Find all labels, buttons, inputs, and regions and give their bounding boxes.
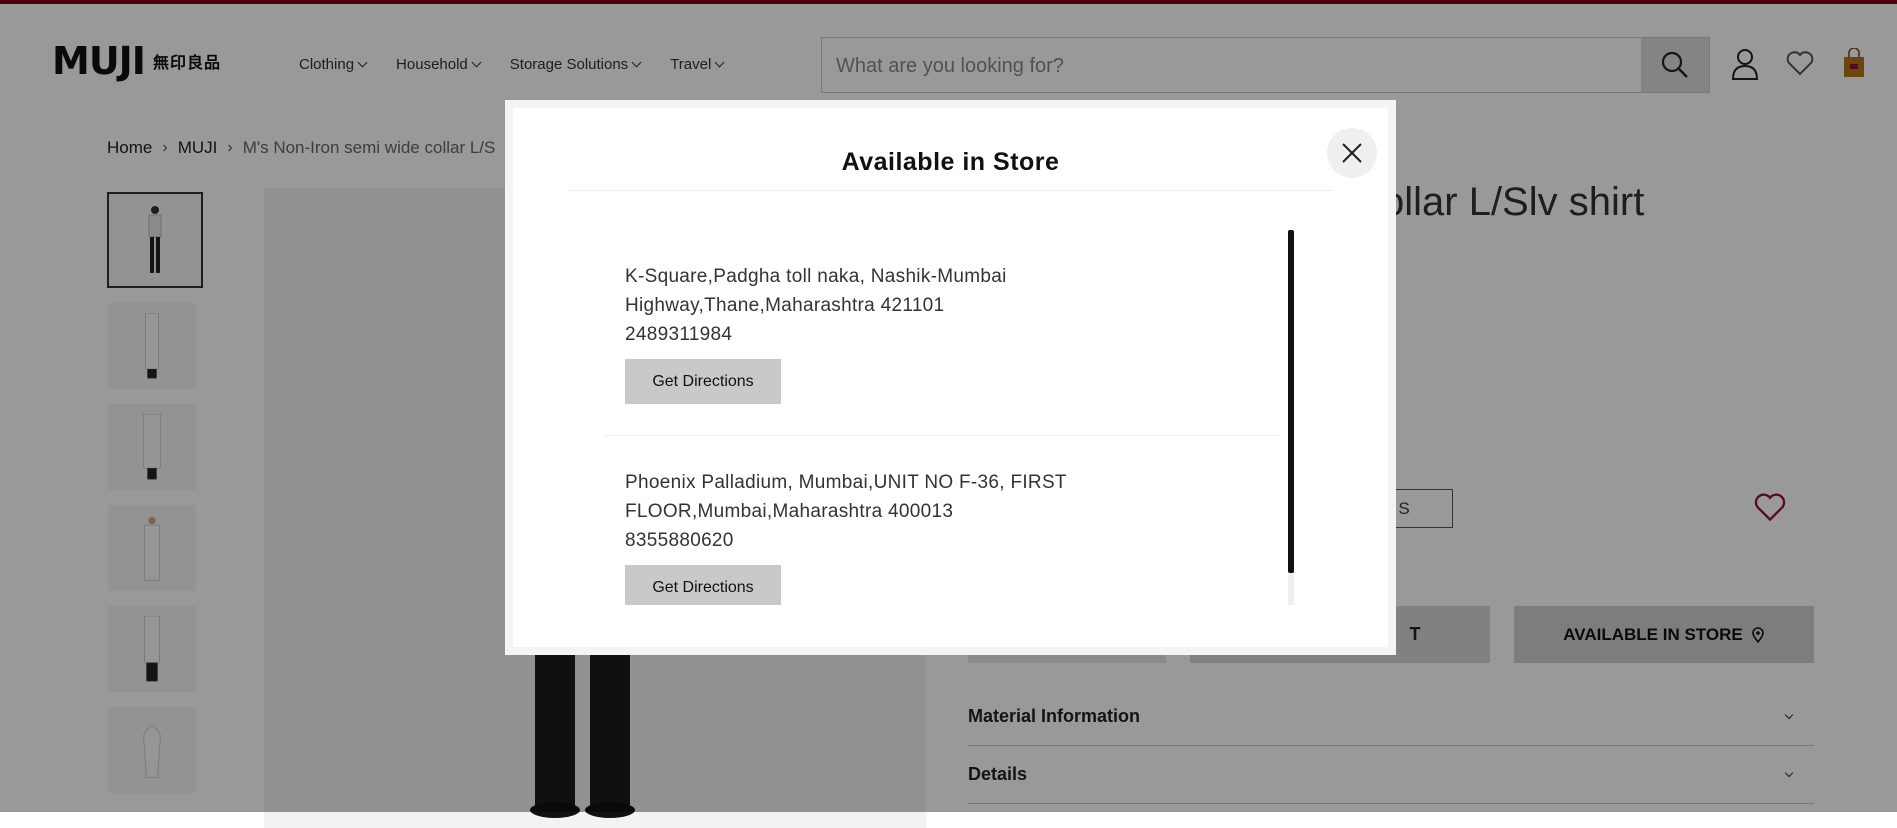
store-address: Phoenix Palladium, Mumbai,UNIT NO F-36, … [625, 436, 1145, 555]
store-address: K-Square,Padgha toll naka, Nashik-Mumbai… [625, 230, 1145, 349]
scrollbar-thumb[interactable] [1288, 230, 1294, 573]
scrollbar[interactable] [1288, 230, 1294, 605]
get-directions-button[interactable]: Get Directions [625, 359, 781, 404]
store-item: K-Square,Padgha toll naka, Nashik-Mumbai… [605, 230, 1300, 435]
divider [567, 190, 1333, 191]
close-button[interactable] [1327, 128, 1377, 178]
store-address-line: K-Square,Padgha toll naka, Nashik-Mumbai [625, 266, 1007, 287]
store-phone: 8355880620 [625, 530, 734, 551]
store-address-line: Phoenix Palladium, Mumbai,UNIT NO F-36, … [625, 472, 1067, 493]
store-address-line: FLOOR,Mumbai,Maharashtra 400013 [625, 501, 954, 522]
store-address-line: Highway,Thane,Maharashtra 421101 [625, 295, 945, 316]
store-phone: 2489311984 [625, 324, 733, 345]
store-item: Phoenix Palladium, Mumbai,UNIT NO F-36, … [605, 436, 1300, 605]
get-directions-button[interactable]: Get Directions [625, 565, 781, 605]
store-list[interactable]: K-Square,Padgha toll naka, Nashik-Mumbai… [605, 230, 1300, 605]
modal-title: Available in Store [841, 148, 1060, 176]
available-in-store-modal: Available in Store K-Square,Padgha toll … [505, 100, 1396, 655]
close-icon [1342, 143, 1362, 163]
